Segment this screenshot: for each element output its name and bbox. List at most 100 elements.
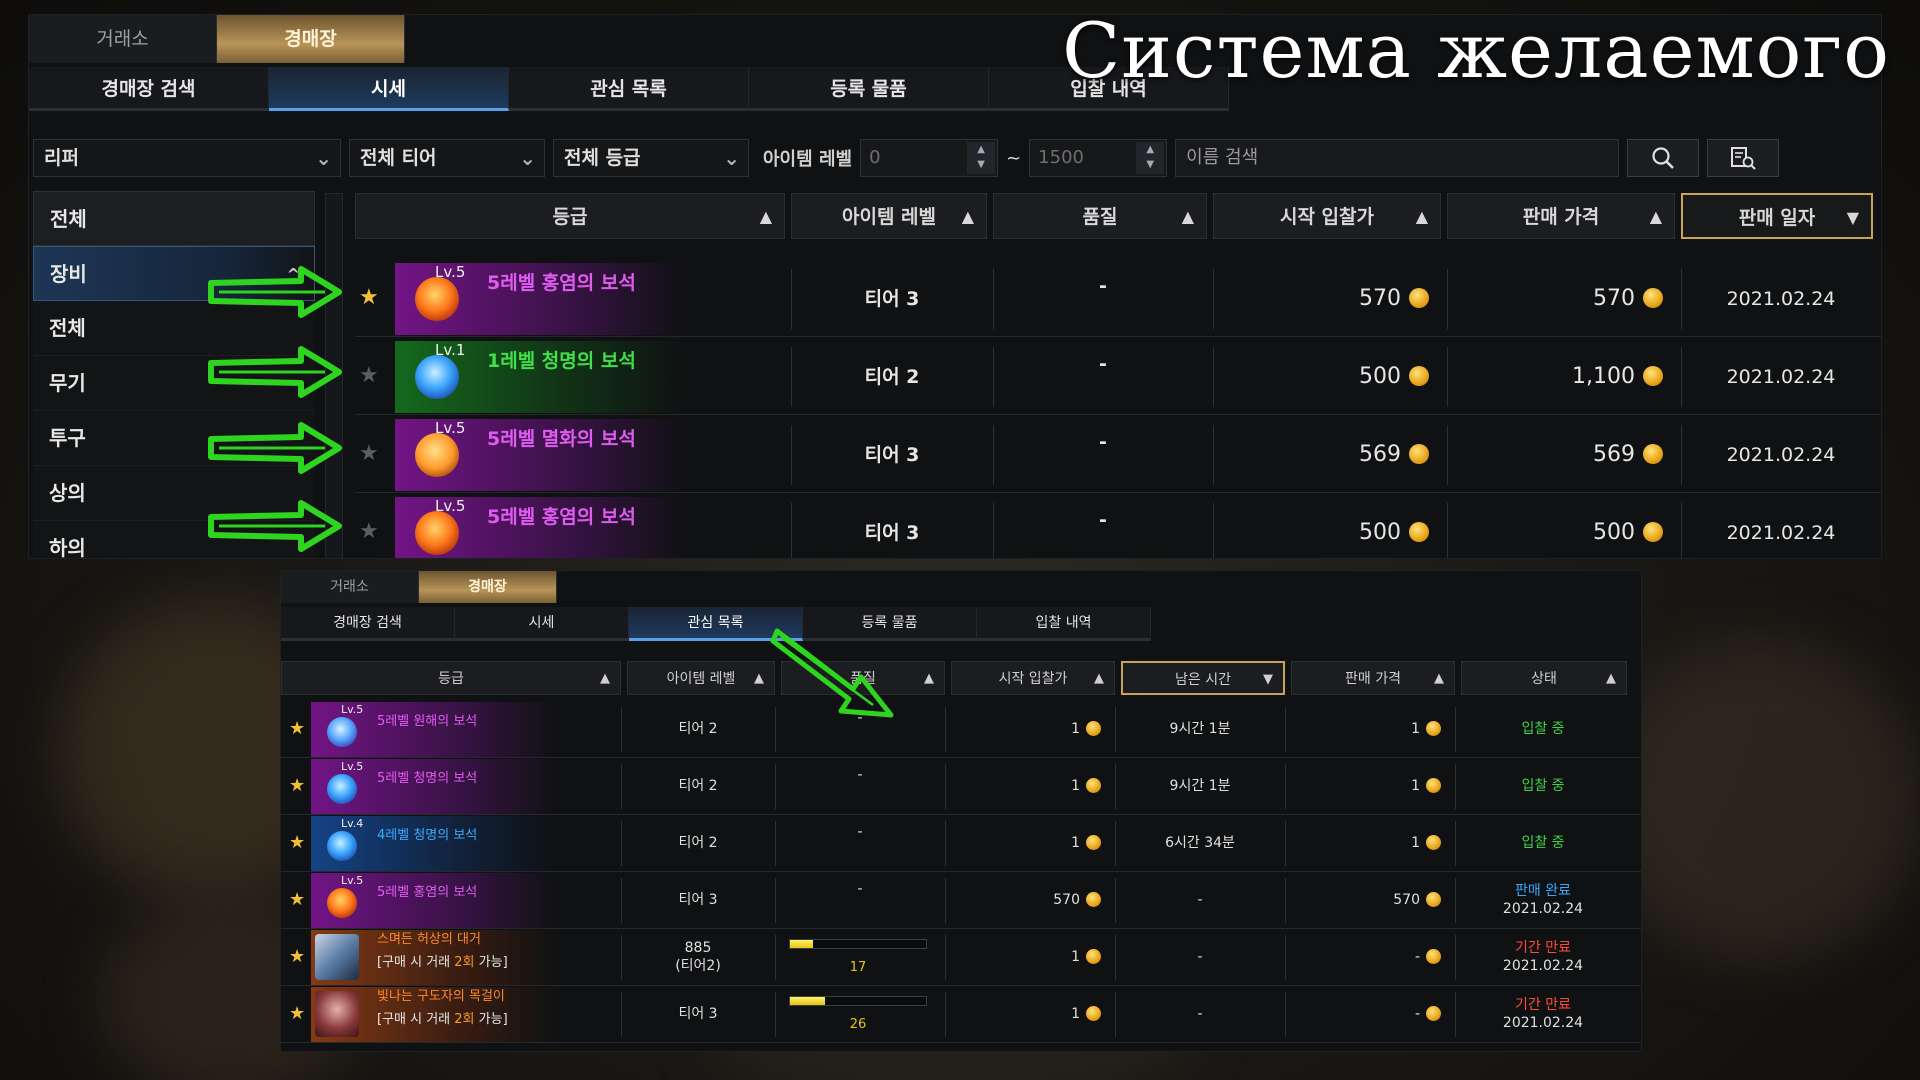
level-min-value: 0 [869, 147, 881, 168]
tab-auction-search[interactable]: 경매장 검색 [29, 67, 269, 111]
sort-arrow-icon: ▼ [1263, 672, 1273, 687]
sidebar-item-label: 전체 [50, 207, 87, 231]
favorite-star-icon[interactable]: ★ [289, 889, 305, 910]
level-max-value: 1500 [1038, 147, 1084, 168]
favorite-star-icon[interactable]: ★ [359, 363, 379, 388]
table-row[interactable]: ★ 빛나는 구도자의 목걸이 [구매 시 거래 2회 가능] 티어 3 26 1 - - 기간 … [281, 986, 1641, 1043]
table-row[interactable]: ★ Lv.1 1레벨 청명의 보석 티어 2 - 500 1,100 2021.02.24 [355, 339, 1881, 415]
item-level-tag: Lv.1 [435, 341, 466, 359]
column-remaining-time[interactable]: 남은 시간 ▼ [1121, 661, 1285, 695]
item-quality: - [1099, 275, 1107, 297]
gold-coin-icon [1086, 1006, 1101, 1021]
level-min-stepper[interactable]: ▲ ▼ [967, 142, 996, 174]
gold-coin-icon [1086, 949, 1101, 964]
favorite-star-icon[interactable]: ★ [289, 946, 305, 967]
favorite-star-icon[interactable]: ★ [289, 1003, 305, 1024]
sale-price-value: - [1414, 1006, 1420, 1022]
table-row[interactable]: ★ Lv.5 5레벨 홍염의 보석 티어 3 - 570 - 570 판매 완료 2021.02.… [281, 872, 1641, 929]
gem-icon [327, 774, 357, 804]
gold-coin-icon [1409, 522, 1429, 542]
favorite-star-icon[interactable]: ★ [359, 519, 379, 544]
table-row[interactable]: ★ 스며든 허상의 대거 [구매 시 거래 2회 가능] 885 (티어2) 17 1 - - 기… [281, 929, 1641, 986]
results-header: 등급 ▲ 아이템 레벨 ▲ 품질 ▲ 시작 입찰가 ▲ 판매 가격 ▲ 판매 일자 ▼ [355, 193, 1873, 239]
sale-price-value: 1 [1411, 835, 1420, 851]
status-badge: 기간 만료 2021.02.24 [1455, 929, 1631, 986]
tab-auction-house[interactable]: 경매장 [419, 571, 557, 603]
tier-select[interactable]: 전체 티어 ⌄ [349, 139, 545, 177]
search-button[interactable] [1627, 139, 1700, 177]
level-max-stepper[interactable]: ▲ ▼ [1136, 142, 1165, 174]
favorite-star-icon[interactable]: ★ [359, 441, 379, 466]
sale-price-value: 1 [1411, 778, 1420, 794]
item-quality: - [1099, 431, 1107, 453]
column-sale-date[interactable]: 판매 일자 ▼ [1681, 193, 1873, 239]
column-quality[interactable]: 품질 ▲ [993, 193, 1207, 239]
column-grade[interactable]: 등급 ▲ [355, 193, 785, 239]
favorite-star-icon[interactable]: ★ [359, 285, 379, 310]
advanced-search-button[interactable] [1707, 139, 1780, 177]
favorite-star-icon[interactable]: ★ [289, 718, 305, 739]
start-bid: 500 [1213, 495, 1429, 558]
trade-limit-prefix: [구매 시 거래 [377, 955, 455, 970]
start-bid: 570 [945, 872, 1101, 929]
class-select[interactable]: 리퍼 ⌄ [33, 139, 341, 177]
tab-exchange[interactable]: 거래소 [29, 15, 217, 63]
gold-coin-icon [1409, 366, 1429, 386]
column-start-bid[interactable]: 시작 입찰가 ▲ [951, 661, 1115, 695]
favorite-star-icon[interactable]: ★ [289, 832, 305, 853]
table-row[interactable]: ★ Lv.5 5레벨 멸화의 보석 티어 3 - 569 569 2021.02.24 [355, 417, 1881, 493]
gem-icon [415, 355, 459, 399]
start-bid-value: 1 [1071, 1006, 1080, 1022]
tab-auction-search[interactable]: 경매장 검색 [281, 607, 455, 641]
level-min-input[interactable]: 0 ▲ ▼ [860, 139, 999, 177]
column-status[interactable]: 상태 ▲ [1461, 661, 1627, 695]
trade-limit-count: 2회 [454, 955, 475, 970]
sidebar-item-all[interactable]: 전체 [33, 191, 315, 246]
sale-date: 2021.02.24 [1726, 522, 1836, 544]
sidebar-item-label: 상의 [49, 481, 86, 505]
gold-coin-icon [1643, 366, 1663, 386]
table-row[interactable]: ★ Lv.5 5레벨 홍염의 보석 티어 3 - 500 500 2021.02.24 [355, 495, 1881, 558]
name-search-input[interactable]: 이름 검색 [1175, 139, 1620, 177]
column-grade[interactable]: 등급 ▲ [281, 661, 621, 695]
item-name: 5레벨 홍염의 보석 [487, 506, 636, 528]
start-bid-value: 500 [1359, 520, 1401, 545]
sale-price-value: 569 [1593, 442, 1635, 467]
gold-coin-icon [1086, 892, 1101, 907]
sort-arrow-icon: ▲ [1094, 671, 1104, 686]
tab-market-price[interactable]: 시세 [269, 67, 509, 111]
remaining-time: 9시간 1분 [1169, 721, 1231, 737]
column-item-level[interactable]: 아이템 레벨 ▲ [627, 661, 775, 695]
gem-icon [327, 717, 357, 747]
column-label: 판매 가격 [1522, 206, 1600, 228]
sale-price-value: 570 [1593, 286, 1635, 311]
column-start-bid[interactable]: 시작 입찰가 ▲ [1213, 193, 1441, 239]
tab-registered-items[interactable]: 등록 물품 [749, 67, 989, 111]
quality-bar [789, 996, 927, 1006]
table-row[interactable]: ★ Lv.5 5레벨 홍염의 보석 티어 3 - 570 570 2021.02.24 [355, 261, 1881, 337]
favorite-star-icon[interactable]: ★ [289, 775, 305, 796]
tab-market-price[interactable]: 시세 [455, 607, 629, 641]
tab-auction-house[interactable]: 경매장 [217, 15, 405, 63]
item-name: 5레벨 홍염의 보석 [377, 885, 478, 900]
table-row[interactable]: ★ Lv.5 5레벨 원해의 보석 티어 2-1 9시간 1분 1 입찰 중 [281, 701, 1641, 758]
column-label: 등급 [438, 671, 464, 687]
table-row[interactable]: ★ Lv.4 4레벨 청명의 보석 티어 2 - 1 6시간 34분 1 입찰 중 [281, 815, 1641, 872]
tab-exchange[interactable]: 거래소 [281, 571, 419, 603]
status-date: 2021.02.24 [1502, 1015, 1584, 1031]
status-badge: 입찰 중 [1455, 758, 1631, 815]
level-max-input[interactable]: 1500 ▲ ▼ [1029, 139, 1168, 177]
column-sale-price[interactable]: 판매 가격 ▲ [1447, 193, 1675, 239]
trade-limit-suffix: 가능] [474, 955, 508, 970]
item-level-value: 티어 3 [678, 1006, 718, 1022]
start-bid: 570 [1213, 261, 1429, 337]
table-row[interactable]: ★ Lv.5 5레벨 청명의 보석 티어 2 - 1 9시간 1분 1 입찰 중 [281, 758, 1641, 815]
auction-house-watchlist-panel: 거래소 경매장 경매장 검색 시세 관심 목록 등록 물품 입찰 내역 등급 ▲ … [280, 570, 1642, 1052]
tab-watchlist[interactable]: 관심 목록 [509, 67, 749, 111]
grade-select[interactable]: 전체 등급 ⌄ [553, 139, 749, 177]
search-icon [1652, 147, 1675, 169]
tab-bid-history[interactable]: 입찰 내역 [977, 607, 1151, 641]
column-sale-price[interactable]: 판매 가격 ▲ [1291, 661, 1455, 695]
column-item-level[interactable]: 아이템 레벨 ▲ [791, 193, 987, 239]
item-level-label: 아이템 레벨 [763, 149, 853, 170]
